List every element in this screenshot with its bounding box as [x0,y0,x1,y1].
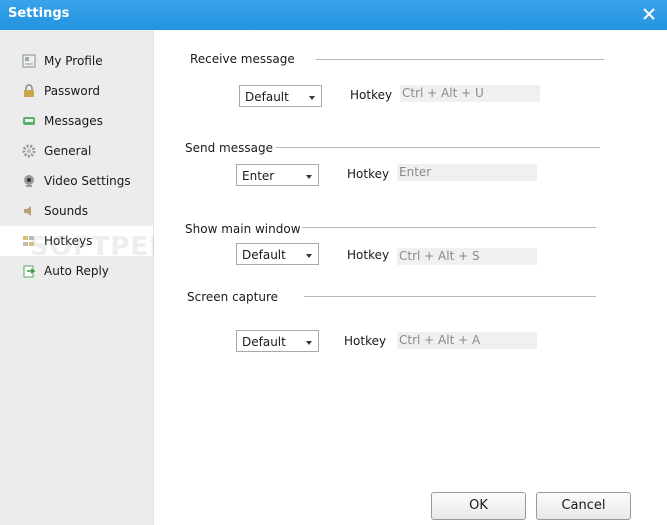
receive-message-mode-select[interactable]: Default [239,85,322,107]
chevron-down-icon [306,175,312,179]
sidebar-item-general[interactable]: General [0,136,153,166]
chevron-down-icon [306,341,312,345]
sidebar-item-my-profile[interactable]: My Profile [0,46,153,76]
close-icon[interactable] [641,6,657,22]
chevron-down-icon [306,254,312,258]
hotkey-label: Hotkey [347,167,390,181]
section-title-send-message: Send message [185,141,273,155]
select-value: Default [242,248,286,262]
sidebar-item-label: Password [44,84,101,98]
hotkey-label: Hotkey [350,88,393,102]
section-divider [276,147,600,148]
section-divider [302,227,596,228]
sidebar-item-video-settings[interactable]: Video Settings [0,166,153,196]
show-main-window-mode-select[interactable]: Default [236,243,319,265]
window-title: Settings [8,6,70,21]
sidebar-item-label: Video Settings [44,174,131,188]
hotkey-label: Hotkey [344,334,387,348]
sidebar-item-label: My Profile [44,54,103,68]
show-main-window-hotkey-field[interactable]: Ctrl + Alt + S [397,248,537,265]
cancel-button[interactable]: Cancel [536,492,631,520]
select-value: Default [245,90,289,104]
section-title-show-main-window: Show main window [185,222,301,236]
screen-capture-mode-select[interactable]: Default [236,330,319,352]
sidebar-item-password[interactable]: Password [0,76,153,106]
sidebar-item-label: General [44,144,92,158]
section-divider [304,296,596,297]
speaker-icon [24,206,31,216]
gear-icon [22,144,36,158]
hotkey-label: Hotkey [347,248,390,262]
auto-reply-icon [23,265,36,278]
title-bar: Settings [0,0,667,30]
screen-capture-hotkey-field[interactable]: Ctrl + Alt + A [397,332,537,349]
webcam-icon [24,175,34,187]
sidebar-item-label: Auto Reply [44,264,109,278]
sidebar-item-messages[interactable]: Messages [0,106,153,136]
lock-icon [24,84,34,97]
sidebar-item-label: Messages [44,114,103,128]
receive-message-hotkey-field[interactable]: Ctrl + Alt + U [400,85,540,102]
select-value: Enter [242,169,275,183]
chevron-down-icon [309,96,315,100]
ok-button[interactable]: OK [431,492,526,520]
section-title-screen-capture: Screen capture [187,290,279,304]
profile-card-icon [22,54,36,68]
section-divider [316,59,604,60]
select-value: Default [242,335,286,349]
sidebar-item-label: Sounds [44,204,89,218]
sidebar: My Profile Password Messages General Vid… [0,30,154,525]
sidebar-item-sounds[interactable]: Sounds [0,196,153,226]
section-title-receive-message: Receive message [190,52,295,66]
send-message-hotkey-field[interactable]: Enter [397,164,537,181]
hotkeys-panel: Receive message Default Hotkey Ctrl + Al… [154,30,667,525]
send-message-mode-select[interactable]: Enter [236,164,319,186]
message-icon [23,117,35,125]
